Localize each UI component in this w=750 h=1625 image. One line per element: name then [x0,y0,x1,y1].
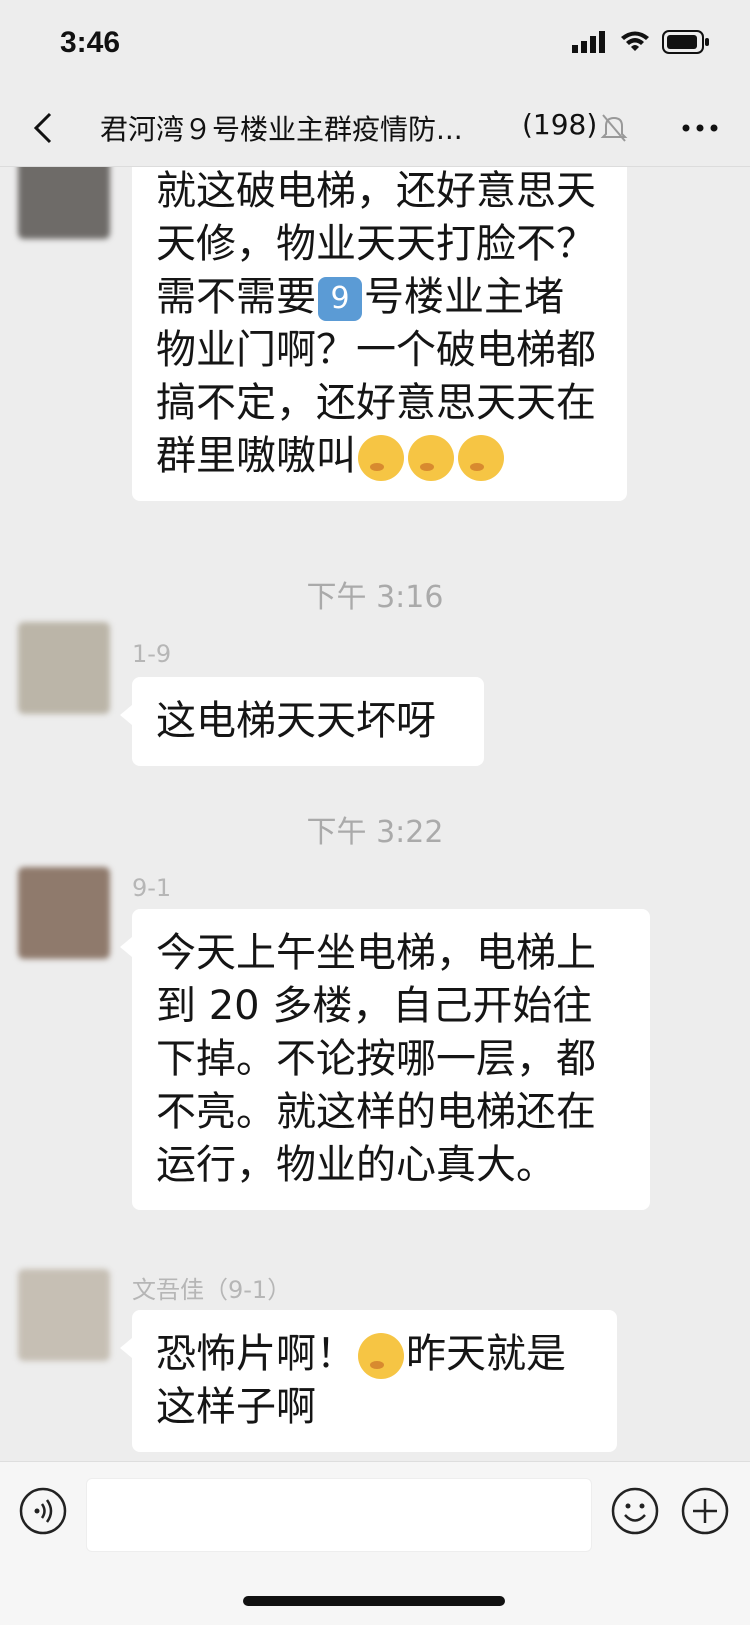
sender-name: 1-9 [132,640,172,668]
battery-icon [662,30,709,54]
emoji-icon [408,435,454,481]
more-icon[interactable] [680,110,720,146]
back-icon[interactable] [24,108,64,148]
chat-header: 君河湾９号楼业主群疫情防... (198) [0,90,750,167]
avatar[interactable] [18,1269,110,1361]
voice-icon[interactable] [18,1486,68,1536]
plus-icon[interactable] [680,1486,730,1536]
home-indicator [243,1596,505,1606]
timestamp: 下午 3:22 [306,815,444,850]
timestamp: 下午 3:16 [306,580,444,615]
message-text: 这电梯天天坏呀 [156,698,436,744]
message-input[interactable] [86,1478,592,1552]
message-bubble[interactable]: 今天上午坐电梯，电梯上到 20 多楼，自己开始往下掉。不论按哪一层，都不亮。就这… [120,909,650,1210]
group-title: 君河湾９号楼业主群疫情防... [100,113,463,146]
sender-name: 9-1 [132,874,172,902]
avatar[interactable] [18,167,110,239]
message-text: 今天上午坐电梯，电梯上到 20 多楼，自己开始往下掉。不论按哪一层，都不亮。就这… [156,930,596,1188]
emoji-icon [458,435,504,481]
message-list[interactable]: 就这破电梯，还好意思天天修，物业天天打脸不？需不需要 9 号楼业主堵物业门啊？一个破… [0,167,750,1461]
status-icons [572,30,710,54]
sender-name: 文吾佳（9-1） [132,1276,292,1304]
signal-icon [572,31,605,53]
member-count: (198) [522,108,598,141]
emoji-icon[interactable] [610,1486,660,1536]
mute-icon [600,114,628,142]
avatar[interactable] [18,867,110,959]
message-bubble[interactable]: 这电梯天天坏呀 [120,677,484,766]
message-bubble[interactable]: 就这破电梯，还好意思天天修，物业天天打脸不？需不需要 9 号楼业主堵物业门啊？一个破… [132,167,627,501]
emoji-icon [358,1333,404,1379]
wifi-icon [621,31,649,51]
avatar[interactable] [18,622,110,714]
status-time: 3:46 [60,26,121,59]
message-text: 恐怖片啊！ [156,1331,356,1377]
emoji-icon [358,435,404,481]
status-bar: 3:46 [0,0,750,90]
message-bubble[interactable]: 恐怖片啊！ 昨天就是这样子啊 [120,1310,617,1452]
keycap-emoji: 9 [318,277,362,321]
